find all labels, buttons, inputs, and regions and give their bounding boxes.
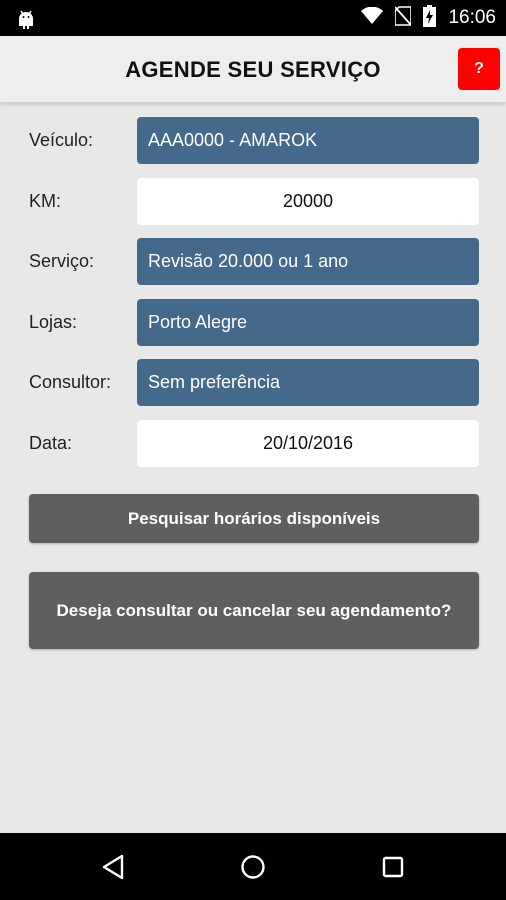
consultor-row: Consultor: Sem preferência [0,359,506,406]
no-sim-icon [394,5,413,31]
veiculo-select[interactable]: AAA0000 - AMAROK [137,117,479,164]
lojas-select[interactable]: Porto Alegre [137,299,479,346]
home-icon[interactable] [231,846,275,888]
consult-cancel-button[interactable]: Deseja consultar ou cancelar seu agendam… [29,572,479,649]
android-debug-icon [14,7,38,29]
km-label: KM: [29,191,62,211]
lojas-row: Lojas: Porto Alegre [0,299,506,346]
status-bar: 16:06 [0,0,506,36]
servico-label: Serviço: [29,251,95,271]
app-bar: AGENDE SEU SERVIÇO ? [0,36,506,103]
veiculo-label: Veículo: [29,130,94,150]
page-title: AGENDE SEU SERVIÇO [125,57,381,82]
status-time: 16:06 [448,7,496,28]
servico-select[interactable]: Revisão 20.000 ou 1 ano [137,238,479,285]
lojas-label: Lojas: [29,312,78,332]
km-input[interactable]: 20000 [137,178,479,225]
data-row: Data: 20/10/2016 [0,420,506,467]
date-input[interactable]: 20/10/2016 [137,420,479,467]
status-icons: 16:06 [361,0,496,36]
back-icon[interactable] [91,846,135,888]
consultor-select[interactable]: Sem preferência [137,359,479,406]
servico-row: Serviço: Revisão 20.000 ou 1 ano [0,238,506,285]
data-label: Data: [29,433,73,453]
veiculo-row: Veículo: AAA0000 - AMAROK [0,117,506,164]
search-times-button[interactable]: Pesquisar horários disponíveis [29,494,479,543]
consultor-label: Consultor: [29,372,112,392]
km-row: KM: 20000 [0,178,506,225]
wifi-icon [361,6,384,30]
battery-charging-icon [423,4,437,32]
recents-icon[interactable] [371,846,415,888]
help-button[interactable]: ? [458,48,500,90]
system-nav-bar [0,833,506,900]
